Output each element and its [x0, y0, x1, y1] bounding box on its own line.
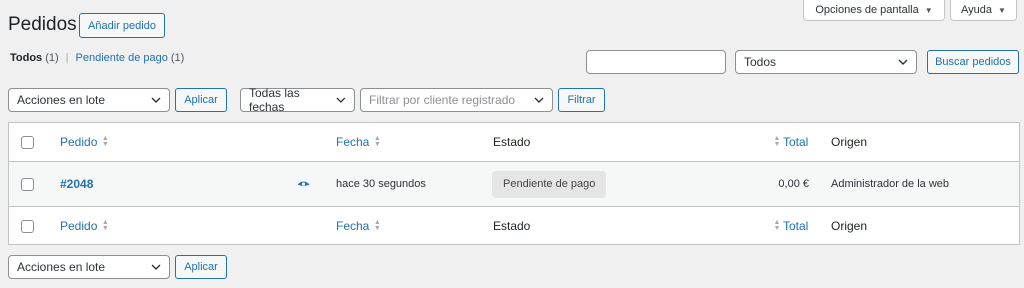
column-status-header: Estado	[493, 123, 530, 161]
view-all-link[interactable]: Todos (1)	[10, 52, 59, 64]
column-order-label: Pedido	[60, 219, 98, 233]
caret-down-icon: ▼	[924, 5, 933, 15]
column-origin-header: Origen	[831, 123, 867, 161]
select-all-checkbox-footer[interactable]	[21, 219, 34, 233]
status-views: Todos (1) | Pendiente de pago (1)	[10, 52, 184, 64]
apply-bulk-button[interactable]: Aplicar	[175, 88, 227, 112]
table-header-row: Pedido ▲ ▼ Fecha ▲ ▼ Estado ▲ ▼ Total Orige…	[9, 123, 1019, 162]
screen-options-label: Opciones de pantalla	[815, 4, 919, 16]
date-filter-select[interactable]: Todas las fechas	[240, 86, 355, 114]
chevron-down-icon	[534, 97, 544, 103]
order-origin: Administrador de la web	[831, 178, 950, 190]
add-order-button[interactable]: Añadir pedido	[79, 13, 165, 38]
chevron-down-icon	[151, 97, 161, 103]
sort-arrows-icon: ▲ ▼	[101, 135, 109, 148]
sort-arrows-icon: ▲ ▼	[773, 219, 781, 232]
sort-arrows-icon: ▲ ▼	[773, 135, 781, 148]
date-filter-value: Todas las fechas	[249, 86, 300, 114]
search-orders-button[interactable]: Buscar pedidos	[927, 50, 1019, 74]
column-status-label: Estado	[493, 135, 531, 149]
row-checkbox[interactable]	[21, 177, 34, 191]
chevron-down-icon	[336, 97, 346, 103]
screen-options-tab[interactable]: Opciones de pantalla ▼	[803, 0, 945, 21]
status-filter-value: Todos	[744, 55, 777, 69]
views-separator: |	[65, 52, 69, 64]
status-badge: Pendiente de pago	[492, 170, 607, 198]
order-number-link[interactable]: #2048	[60, 162, 93, 206]
help-tab[interactable]: Ayuda ▼	[950, 0, 1017, 21]
column-origin-label: Origen	[831, 219, 868, 233]
column-status-footer: Estado	[493, 207, 530, 245]
column-order-label: Pedido	[60, 135, 98, 149]
bulk-actions-select-bottom[interactable]: Acciones en lote	[8, 255, 170, 279]
column-status-label: Estado	[493, 219, 531, 233]
sort-arrows-icon: ▲ ▼	[101, 219, 109, 232]
view-pending-count: (1)	[170, 52, 185, 64]
column-order-header[interactable]: Pedido ▲ ▼	[60, 123, 109, 161]
table-footer-row: Pedido ▲ ▼ Fecha ▲ ▼ Estado ▲ ▼ Total Orige…	[9, 207, 1019, 245]
help-label: Ayuda	[961, 4, 993, 16]
select-all-checkbox[interactable]	[21, 135, 34, 149]
sort-arrows-icon: ▲ ▼	[373, 219, 381, 232]
column-date-label: Fecha	[336, 219, 370, 233]
view-pending-link[interactable]: Pendiente de pago (1)	[76, 52, 185, 64]
sort-arrows-icon: ▲ ▼	[373, 135, 381, 148]
table-row[interactable]: #2048 hace 30 segundos Pendiente de pago…	[9, 162, 1019, 207]
bulk-actions-value: Acciones en lote	[17, 260, 106, 274]
column-origin-label: Origen	[831, 135, 868, 149]
apply-bulk-button-bottom[interactable]: Aplicar	[175, 255, 227, 279]
view-pending-label: Pendiente de pago	[75, 52, 168, 64]
order-total: 0,00 €	[778, 178, 809, 190]
bulk-actions-select[interactable]: Acciones en lote	[8, 88, 170, 112]
orders-table: Pedido ▲ ▼ Fecha ▲ ▼ Estado ▲ ▼ Total Orige…	[8, 122, 1020, 245]
column-total-header[interactable]: ▲ ▼ Total	[773, 123, 809, 161]
view-all-count: (1)	[45, 52, 59, 64]
status-filter-select[interactable]: Todos	[735, 50, 917, 74]
column-date-footer[interactable]: Fecha ▲ ▼	[336, 207, 381, 245]
column-order-footer[interactable]: Pedido ▲ ▼	[60, 207, 109, 245]
column-date-header[interactable]: Fecha ▲ ▼	[336, 123, 381, 161]
view-all-label: Todos	[10, 52, 43, 64]
chevron-down-icon	[151, 264, 161, 270]
column-origin-footer: Origen	[831, 207, 867, 245]
column-total-footer[interactable]: ▲ ▼ Total	[773, 207, 809, 245]
order-preview-button[interactable]	[297, 162, 310, 206]
eye-icon	[297, 181, 310, 186]
column-total-label: Total	[783, 219, 809, 233]
column-total-label: Total	[783, 135, 809, 149]
customer-filter-placeholder: Filtrar por cliente registrado	[369, 93, 516, 107]
filter-button[interactable]: Filtrar	[558, 88, 605, 112]
bulk-actions-value: Acciones en lote	[17, 93, 106, 107]
chevron-down-icon	[898, 59, 908, 65]
column-date-label: Fecha	[336, 135, 370, 149]
order-date: hace 30 segundos	[336, 178, 426, 190]
customer-filter-select[interactable]: Filtrar por cliente registrado	[360, 88, 553, 112]
search-input[interactable]	[586, 50, 726, 74]
page-title: Pedidos	[8, 14, 77, 35]
caret-down-icon: ▼	[998, 5, 1006, 15]
